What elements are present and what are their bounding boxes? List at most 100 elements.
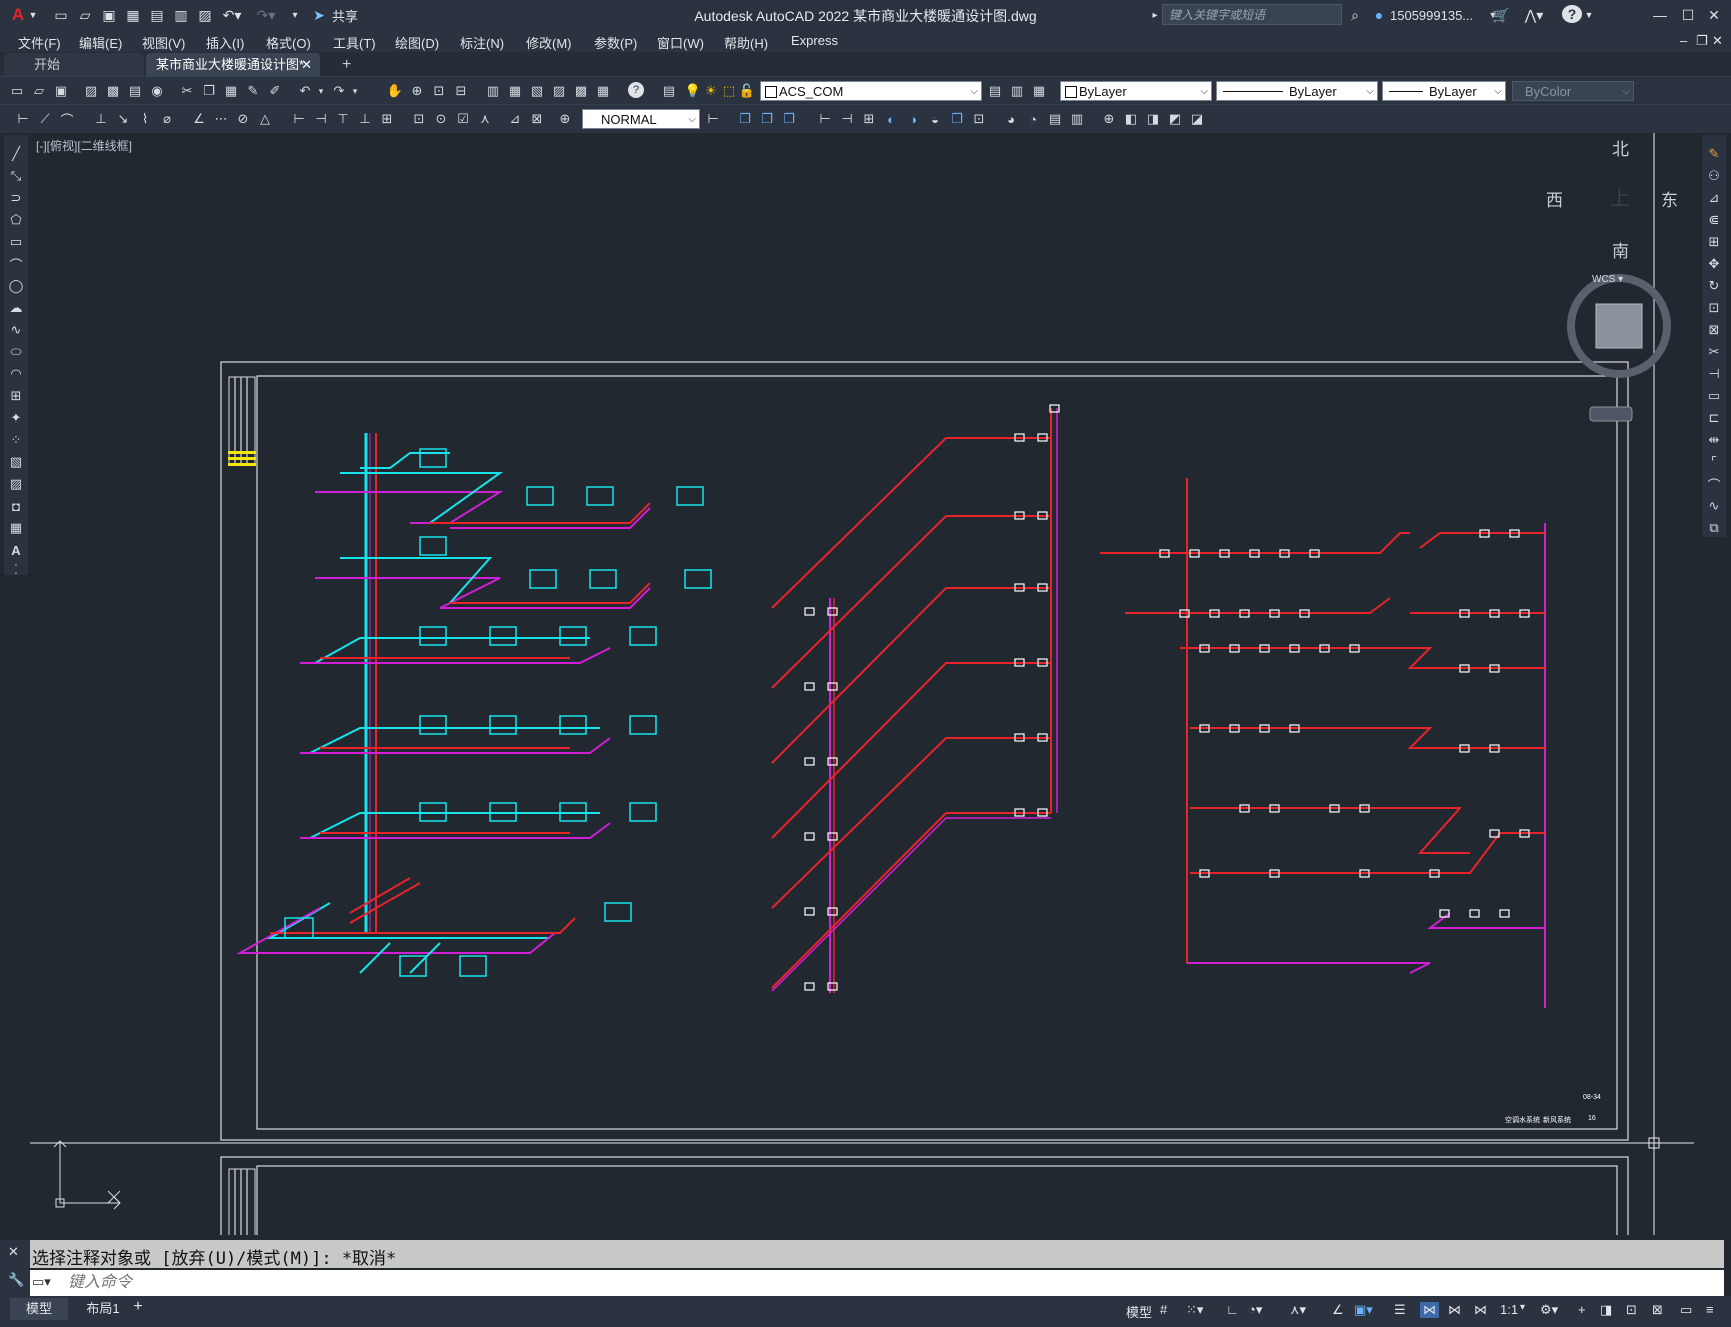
rectangle-icon[interactable]: ▭ xyxy=(7,233,25,251)
dim-override-icon[interactable]: ⊠ xyxy=(528,110,546,128)
zoom-previous-icon[interactable]: ⊟ xyxy=(452,82,470,100)
isolate-objects-icon[interactable]: ◨ xyxy=(1600,1302,1612,1318)
tab-active-drawing[interactable]: 某市商业大楼暖通设计图* ✕ xyxy=(146,53,320,76)
object-snap-icon[interactable]: ▣▾ xyxy=(1354,1302,1373,1318)
menu-tools[interactable]: 工具(T) xyxy=(333,33,376,52)
offset-icon[interactable]: ⋐ xyxy=(1705,211,1723,229)
menu-modify[interactable]: 修改(M) xyxy=(526,33,572,52)
object-snap-tracking-icon[interactable]: ∠ xyxy=(1332,1302,1344,1318)
calculator-icon[interactable]: ▦ xyxy=(594,82,612,100)
expand-search-icon[interactable]: ▸ xyxy=(1150,5,1160,25)
share-icon[interactable]: ➤ xyxy=(310,5,328,25)
join-icon[interactable]: ⇹ xyxy=(1705,431,1723,449)
wcs-menu[interactable]: WCS ▾ xyxy=(1592,274,1623,285)
save-icon[interactable]: ▣ xyxy=(52,82,70,100)
spline-icon[interactable]: ∿ xyxy=(7,321,25,339)
fillet-icon[interactable]: ◨ xyxy=(1144,110,1162,128)
dim-ordinate-icon[interactable]: ⊥ xyxy=(92,110,110,128)
erase-icon[interactable]: ✎ xyxy=(1705,145,1723,163)
compass-north[interactable]: 北 xyxy=(1612,135,1629,160)
recent-commands-icon[interactable]: ▭▾ xyxy=(32,1274,51,1290)
compass-south[interactable]: 南 xyxy=(1612,237,1629,262)
dim-text-edit-icon[interactable]: ☑ xyxy=(454,110,472,128)
command-input[interactable] xyxy=(66,1272,1710,1294)
layout1-tab[interactable]: 布局1 xyxy=(72,1298,134,1320)
menu-window[interactable]: 窗口(W) xyxy=(657,33,704,52)
snap-mode-icon[interactable]: ⁙▾ xyxy=(1186,1302,1203,1318)
tab-start[interactable]: 开始 xyxy=(4,53,144,76)
pan-icon[interactable]: ✋ xyxy=(386,82,404,100)
dimstyle-combo[interactable]: NORMAL ⌵ xyxy=(582,109,700,129)
model-tab[interactable]: 模型 xyxy=(10,1298,68,1320)
tolerance-icon[interactable]: ⊤ xyxy=(334,110,352,128)
save-icon[interactable]: ▣ xyxy=(100,5,118,25)
layer-thaw-icon[interactable]: ☀ xyxy=(702,82,720,100)
plotstyle-combo[interactable]: ByColor ⌵ xyxy=(1512,81,1634,101)
print-icon[interactable]: ▨ xyxy=(196,5,214,25)
menu-view[interactable]: 视图(V) xyxy=(142,33,185,52)
make-current-layer-icon[interactable]: ▤ xyxy=(986,82,1004,100)
scale-icon[interactable]: ⊡ xyxy=(1705,299,1723,317)
grid-icon[interactable]: # xyxy=(1160,1302,1167,1317)
layer-viewport-icon[interactable]: ⬚ xyxy=(720,82,738,100)
annotation-scale-icon[interactable]: ⋈ xyxy=(1474,1302,1487,1318)
line-icon[interactable]: ╱ xyxy=(7,145,25,163)
ortho-icon[interactable]: ∟ xyxy=(1226,1302,1239,1317)
maximize-window-icon[interactable]: ☐ xyxy=(1678,5,1698,25)
plot-preview-icon[interactable]: ▩ xyxy=(104,82,122,100)
autocad-logo-icon[interactable]: A xyxy=(6,5,30,25)
menu-draw[interactable]: 绘图(D) xyxy=(395,33,439,52)
menu-insert[interactable]: 插入(I) xyxy=(206,33,244,52)
share-button[interactable]: 共享 xyxy=(330,5,360,25)
fullscreen-icon[interactable]: ▭ xyxy=(1680,1302,1692,1318)
region-icon[interactable]: ◘ xyxy=(7,497,25,515)
annotation-scale-value[interactable]: 1:1 xyxy=(1500,1302,1518,1317)
blend-icon[interactable]: ◩ xyxy=(1166,110,1184,128)
dim-edit-icon[interactable]: ⊙ xyxy=(432,110,450,128)
dim-linear-icon[interactable]: ⊢ xyxy=(14,110,32,128)
copy-object-icon[interactable]: ⊣ xyxy=(838,110,856,128)
scale-chevron-icon[interactable]: ▾ xyxy=(1520,1302,1525,1313)
match-properties-icon[interactable]: ✎ xyxy=(244,82,262,100)
new-file-icon[interactable]: ▭ xyxy=(52,5,70,25)
mirror-icon[interactable]: ⊿ xyxy=(1705,189,1723,207)
redo-icon[interactable]: ↷▾ xyxy=(254,5,278,25)
dim-jogged-icon[interactable]: ⌇ xyxy=(136,110,154,128)
chamfer-icon[interactable]: ◧ xyxy=(1122,110,1140,128)
compass-west[interactable]: 西 xyxy=(1546,186,1563,211)
extend-icon[interactable]: ⊣ xyxy=(1705,365,1723,383)
layer-lock-icon[interactable]: 🔓 xyxy=(738,82,756,100)
menu-express[interactable]: Express xyxy=(791,33,838,48)
design-center-icon[interactable]: ▦ xyxy=(506,82,524,100)
autodesk-app-icon[interactable]: ⋀▾ xyxy=(1520,5,1548,25)
copy-icon[interactable]: ❐ xyxy=(200,82,218,100)
paste-icon[interactable]: ▦ xyxy=(222,82,240,100)
dim-continue-icon[interactable]: △ xyxy=(256,110,274,128)
draworder-back-icon[interactable]: ❐ xyxy=(758,110,776,128)
break-icon[interactable]: ⊏ xyxy=(1705,409,1723,427)
gradient-icon[interactable]: ▨ xyxy=(7,475,25,493)
ellipse-arc-icon[interactable]: ◠ xyxy=(7,365,25,383)
layer-properties-icon[interactable]: ▤ xyxy=(660,82,678,100)
zoom-realtime-icon[interactable]: ⊕ xyxy=(408,82,426,100)
new-tab-button[interactable]: + xyxy=(332,53,362,76)
doc-restore-icon[interactable]: ❐ xyxy=(1696,33,1708,49)
open-file-icon[interactable]: ▱ xyxy=(76,5,94,25)
join-icon[interactable]: ⊕ xyxy=(1100,110,1118,128)
jogged-linear-icon[interactable]: ⊡ xyxy=(410,110,428,128)
compass-east[interactable]: 东 xyxy=(1661,186,1678,211)
model-space-toggle[interactable]: 模型 xyxy=(1126,1302,1152,1321)
insert-block-icon[interactable]: ⊞ xyxy=(7,387,25,405)
doc-minimize-icon[interactable]: – xyxy=(1680,33,1687,48)
minimize-window-icon[interactable]: — xyxy=(1650,5,1670,25)
properties-icon[interactable]: ▥ xyxy=(484,82,502,100)
customize-quickaccess-icon[interactable]: ▾ xyxy=(288,5,302,25)
open-web-icon[interactable]: ▤ xyxy=(148,5,166,25)
dim-break-icon[interactable]: ⊣ xyxy=(312,110,330,128)
add-layout-button[interactable]: + xyxy=(128,1298,148,1316)
close-window-icon[interactable]: ✕ xyxy=(1704,5,1724,25)
customize-icon[interactable]: 🔧 xyxy=(8,1272,24,1288)
table-icon[interactable]: ▦ xyxy=(7,519,25,537)
erase-icon[interactable]: ⊢ xyxy=(816,110,834,128)
lineweight-icon[interactable]: ☰ xyxy=(1394,1302,1406,1318)
